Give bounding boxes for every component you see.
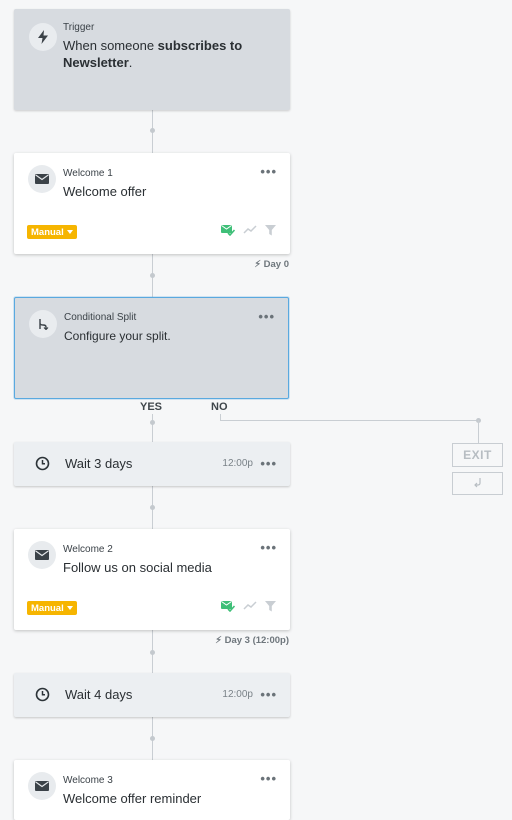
- email-step-label: Welcome 1: [63, 168, 113, 179]
- lightning-icon: ⚡︎: [254, 259, 261, 270]
- conditional-split-card[interactable]: Conditional Split Configure your split. …: [14, 297, 289, 399]
- timing-text: Day 3 (12:00p): [224, 635, 289, 646]
- clock-icon: [35, 456, 50, 471]
- yes-branch-label: YES: [140, 401, 163, 413]
- lightning-icon: ⚡︎: [215, 635, 222, 646]
- email-check-icon: [221, 601, 235, 612]
- envelope-icon: [28, 165, 56, 193]
- email-status-icons: [221, 600, 276, 612]
- wait-send-time: 12:00p: [222, 458, 253, 469]
- no-branch-label: NO: [211, 401, 228, 413]
- connector-dot: [150, 650, 155, 655]
- wait-card-2[interactable]: Wait 4 days 12:00p •••: [14, 673, 290, 717]
- split-icon: [29, 310, 57, 338]
- email-card-welcome-2[interactable]: Welcome 2 Follow us on social media ••• …: [14, 529, 290, 630]
- split-label: Conditional Split: [64, 312, 137, 323]
- connector: [152, 414, 153, 442]
- envelope-icon: [28, 772, 56, 800]
- trigger-text-prefix: When someone: [63, 38, 158, 53]
- manual-dropdown[interactable]: Manual: [27, 601, 77, 615]
- email-step-label: Welcome 3: [63, 775, 113, 786]
- email-subject: Welcome offer reminder: [63, 791, 202, 806]
- clock-icon: [35, 687, 50, 702]
- trend-icon: [243, 225, 257, 234]
- exit-button[interactable]: EXIT: [452, 443, 503, 467]
- merge-arrow-icon: [473, 478, 481, 488]
- more-options-button[interactable]: •••: [258, 309, 275, 324]
- trigger-text-suffix: .: [128, 55, 133, 70]
- email-subject: Welcome offer: [63, 184, 147, 199]
- trigger-text-event: subscribes to: [157, 38, 243, 53]
- caret-down-icon: [66, 230, 73, 234]
- manual-badge-label: Manual: [31, 602, 64, 614]
- lightning-icon: [29, 23, 57, 51]
- more-options-button[interactable]: •••: [260, 164, 277, 179]
- no-branch-line: [220, 420, 479, 421]
- manual-dropdown[interactable]: Manual: [27, 225, 77, 239]
- caret-down-icon: [66, 606, 73, 610]
- email-card-welcome-3[interactable]: Welcome 3 Welcome offer reminder •••: [14, 760, 290, 820]
- wait-card-1[interactable]: Wait 3 days 12:00p •••: [14, 442, 290, 486]
- email-check-icon: [221, 225, 235, 236]
- connector-dot: [150, 273, 155, 278]
- timing-label: ⚡︎ Day 0: [254, 259, 289, 270]
- timing-label: ⚡︎ Day 3 (12:00p): [215, 635, 289, 646]
- add-action-button[interactable]: [452, 472, 503, 495]
- more-options-button[interactable]: •••: [260, 456, 277, 471]
- more-options-button[interactable]: •••: [260, 687, 277, 702]
- more-options-button[interactable]: •••: [260, 771, 277, 786]
- wait-duration: Wait 3 days: [65, 456, 133, 471]
- trigger-description: When someone subscribes to Newsletter.: [63, 37, 242, 71]
- wait-send-time: 12:00p: [222, 689, 253, 700]
- connector-dot: [150, 420, 155, 425]
- no-branch-line: [478, 420, 479, 443]
- email-status-icons: [221, 224, 276, 236]
- connector-dot: [150, 505, 155, 510]
- more-options-button[interactable]: •••: [260, 540, 277, 555]
- filter-icon: [265, 600, 276, 611]
- trend-icon: [243, 601, 257, 610]
- trigger-card[interactable]: Trigger When someone subscribes to Newsl…: [14, 9, 290, 110]
- timing-text: Day 0: [263, 259, 289, 270]
- envelope-icon: [28, 541, 56, 569]
- email-card-welcome-1[interactable]: Welcome 1 Welcome offer ••• Manual: [14, 153, 290, 254]
- connector-dot: [150, 736, 155, 741]
- wait-duration: Wait 4 days: [65, 687, 133, 702]
- email-step-label: Welcome 2: [63, 544, 113, 555]
- manual-badge-label: Manual: [31, 226, 64, 238]
- trigger-label: Trigger: [63, 22, 95, 33]
- email-subject: Follow us on social media: [63, 560, 212, 575]
- trigger-text-list: Newsletter: [63, 55, 129, 70]
- filter-icon: [265, 224, 276, 235]
- split-description: Configure your split.: [64, 329, 171, 343]
- connector-dot: [150, 128, 155, 133]
